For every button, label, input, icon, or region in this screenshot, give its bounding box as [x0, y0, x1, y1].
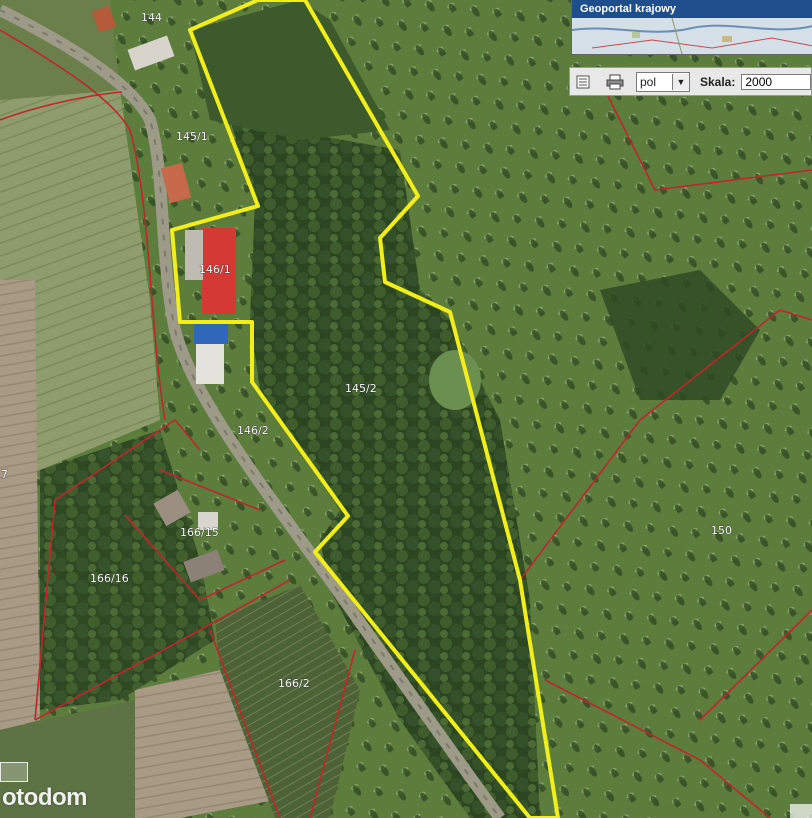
overview-title-bar: Geoportal krajowy [572, 0, 812, 18]
overview-title: Geoportal krajowy [580, 3, 676, 15]
aerial-map[interactable]: 144 145/1 146/1 145/2 146/2 166/15 166/1… [0, 0, 812, 818]
parcel-label-166-2: 166/2 [278, 677, 310, 690]
overview-map-image [572, 18, 812, 54]
legend-icon[interactable] [576, 73, 590, 91]
language-value: pol [640, 74, 657, 89]
corner-mark [790, 804, 812, 818]
parcel-label-144: 144 [141, 11, 162, 24]
print-button[interactable] [606, 73, 624, 91]
language-select[interactable]: pol ▼ [636, 71, 690, 92]
chevron-down-icon[interactable]: ▼ [672, 73, 689, 90]
parcel-label-7: 7 [1, 468, 8, 481]
parcel-label-166-15: 166/15 [180, 526, 219, 539]
map-toolbar: pol ▼ Skala: [569, 67, 812, 96]
building-blue-roof [194, 322, 228, 344]
overview-map[interactable]: Geoportal krajowy [571, 0, 812, 55]
parcel-label-145-1: 145/1 [176, 130, 208, 143]
watermark-logo-box [0, 762, 28, 782]
scale-input[interactable] [741, 73, 812, 90]
parcel-label-146-2: 146/2 [237, 424, 269, 437]
otodom-watermark: otodom [2, 784, 87, 811]
list-icon [576, 75, 590, 88]
parcel-label-145-2: 145/2 [345, 382, 377, 395]
parcel-label-166-16: 166/16 [90, 572, 129, 585]
building [196, 344, 224, 384]
scale-label: Skala: [700, 74, 736, 89]
field-left-lower [0, 280, 40, 730]
parcel-label-146-1: 146/1 [199, 263, 231, 276]
parcel-label-150: 150 [711, 524, 732, 537]
printer-icon [606, 74, 624, 89]
